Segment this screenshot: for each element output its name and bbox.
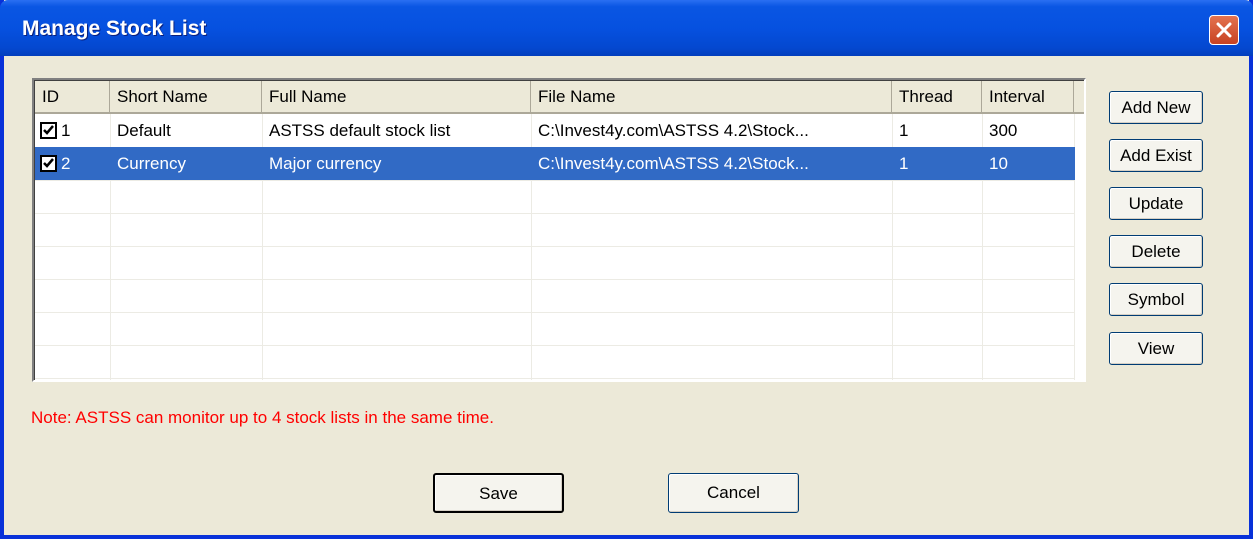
symbol-button[interactable]: Symbol	[1109, 283, 1203, 316]
column-header-filler	[1074, 81, 1084, 114]
grid-line	[35, 246, 1075, 247]
dialog-body: ID Short Name Full Name File Name Thread…	[4, 56, 1249, 535]
cancel-button[interactable]: Cancel	[668, 473, 799, 513]
delete-button[interactable]: Delete	[1109, 235, 1203, 268]
grid-line	[35, 279, 1075, 280]
cell-interval: 10	[989, 154, 1008, 173]
cell-file-name: C:\Invest4y.com\ASTSS 4.2\Stock...	[538, 121, 809, 140]
cell-id: 2	[61, 154, 71, 173]
cell-short-name: Currency	[117, 154, 186, 173]
close-icon	[1216, 22, 1232, 38]
stock-list-table[interactable]: ID Short Name Full Name File Name Thread…	[32, 78, 1086, 382]
column-header-short-name[interactable]: Short Name	[110, 81, 262, 114]
cell-interval: 300	[989, 121, 1018, 140]
grid-line	[35, 345, 1075, 346]
grid-line	[35, 312, 1075, 313]
update-button[interactable]: Update	[1109, 187, 1203, 220]
cell-short-name: Default	[117, 121, 171, 140]
add-exist-button[interactable]: Add Exist	[1109, 139, 1203, 172]
checkmark-icon	[43, 158, 54, 168]
column-header-full-name[interactable]: Full Name	[262, 81, 531, 114]
add-new-button[interactable]: Add New	[1109, 91, 1203, 124]
view-button[interactable]: View	[1109, 332, 1203, 365]
table-row-selected[interactable]: 2 Currency Major currency C:\Invest4y.co…	[35, 147, 1075, 180]
grid-line	[35, 180, 1075, 181]
checkmark-icon	[43, 125, 54, 135]
save-button[interactable]: Save	[433, 473, 564, 513]
cell-full-name: Major currency	[269, 154, 382, 173]
window-title: Manage Stock List	[22, 17, 207, 40]
table-row[interactable]: 1 Default ASTSS default stock list C:\In…	[35, 114, 1075, 147]
cell-thread: 1	[899, 154, 909, 173]
column-header-interval[interactable]: Interval	[982, 81, 1074, 114]
cell-thread: 1	[899, 121, 909, 140]
cell-id: 1	[61, 121, 71, 140]
manage-stock-list-dialog: Manage Stock List ID Short Name Full Nam…	[0, 0, 1253, 539]
cell-full-name: ASTSS default stock list	[269, 121, 451, 140]
column-header-file-name[interactable]: File Name	[531, 81, 892, 114]
close-button[interactable]	[1209, 15, 1239, 45]
column-header-id[interactable]: ID	[35, 81, 110, 114]
column-header-thread[interactable]: Thread	[892, 81, 982, 114]
cell-file-name: C:\Invest4y.com\ASTSS 4.2\Stock...	[538, 154, 809, 173]
row-checkbox[interactable]	[40, 155, 57, 172]
grid-line	[35, 213, 1075, 214]
title-bar[interactable]: Manage Stock List	[0, 0, 1253, 56]
row-checkbox[interactable]	[40, 122, 57, 139]
grid-line	[35, 378, 1075, 379]
note-text: Note: ASTSS can monitor up to 4 stock li…	[31, 408, 494, 427]
